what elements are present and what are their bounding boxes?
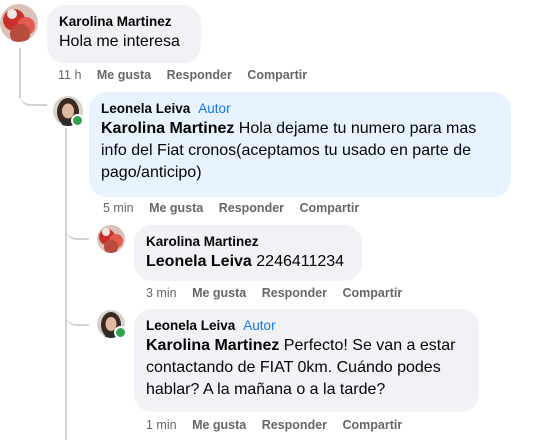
avatar-karolina[interactable]	[97, 225, 125, 253]
comment-text: Leonela Leiva 2246411234	[146, 251, 350, 273]
avatar-image	[0, 4, 38, 42]
thread-curve-2	[65, 222, 89, 240]
comment-bubble-1: Karolina Martinez Hola me interesa	[47, 5, 201, 63]
comment-bubble-2: Leonela Leiva Autor Karolina Martinez Hol…	[89, 92, 511, 197]
comment-time[interactable]: 5 min	[103, 201, 134, 215]
thread-line-sub	[65, 128, 67, 440]
comment-author[interactable]: Karolina Martinez	[146, 233, 259, 251]
like-button[interactable]: Me gusta	[97, 68, 151, 82]
comment-text: Karolina Martinez Hola dejame tu numero …	[101, 118, 499, 184]
avatar-karolina[interactable]	[0, 4, 38, 42]
share-button[interactable]: Compartir	[247, 68, 307, 82]
share-button[interactable]: Compartir	[343, 418, 403, 432]
comment-actions-4: 1 min Me gusta Responder Compartir	[146, 418, 414, 432]
share-button[interactable]: Compartir	[343, 286, 403, 300]
online-status-icon	[114, 326, 127, 339]
comment-author[interactable]: Leonela Leiva	[146, 317, 235, 335]
thread-curve-1	[19, 90, 47, 106]
comment-actions-1: 11 h Me gusta Responder Compartir	[58, 68, 319, 82]
comment-text: Hola me interesa	[59, 33, 180, 50]
comment-author[interactable]: Leonela Leiva	[101, 100, 190, 118]
comment-bubble-4: Leonela Leiva Autor Karolina Martinez Per…	[134, 309, 479, 412]
share-button[interactable]: Compartir	[300, 201, 360, 215]
comment-actions-3: 3 min Me gusta Responder Compartir	[146, 286, 414, 300]
online-status-icon	[71, 114, 84, 127]
author-badge: Autor	[243, 318, 276, 333]
comment-time[interactable]: 11 h	[58, 68, 81, 82]
comment-bubble-3: Karolina Martinez Leonela Leiva 22464112…	[134, 225, 362, 281]
thread-curve-3	[65, 308, 89, 326]
author-badge: Autor	[198, 101, 231, 116]
mention-link[interactable]: Karolina Martinez	[146, 337, 279, 354]
comment-author[interactable]: Karolina Martinez	[59, 13, 172, 31]
comment-time[interactable]: 1 min	[146, 418, 177, 432]
like-button[interactable]: Me gusta	[149, 201, 203, 215]
mention-link[interactable]: Karolina Martinez	[101, 120, 234, 137]
avatar-image	[97, 225, 125, 253]
like-button[interactable]: Me gusta	[192, 286, 246, 300]
comment-actions-2: 5 min Me gusta Responder Compartir	[103, 201, 371, 215]
mention-link[interactable]: Leonela Leiva	[146, 253, 252, 270]
reply-button[interactable]: Responder	[167, 68, 232, 82]
reply-button[interactable]: Responder	[262, 286, 327, 300]
like-button[interactable]: Me gusta	[192, 418, 246, 432]
reply-button[interactable]: Responder	[219, 201, 284, 215]
comment-text: Karolina Martinez Perfecto! Se van a est…	[146, 335, 467, 401]
reply-button[interactable]: Responder	[262, 418, 327, 432]
comment-time[interactable]: 3 min	[146, 286, 177, 300]
comment-body: 2246411234	[251, 253, 345, 270]
